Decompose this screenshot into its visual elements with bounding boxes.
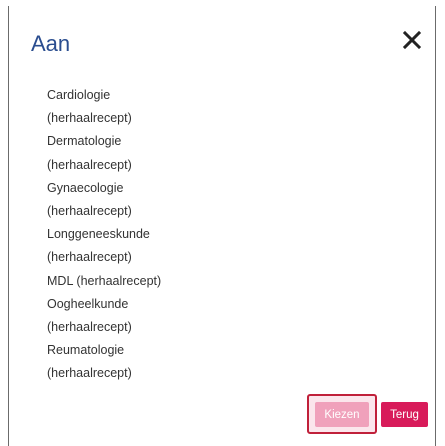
list-item-label: Longgeneeskunde <box>47 227 150 242</box>
list-item-label: Oogheelkunde <box>47 296 129 311</box>
list-item-gynaecologie[interactable]: Gynaecologie (herhaalrecept) <box>47 177 287 223</box>
choose-button-focus-ring: Kiezen <box>307 394 377 434</box>
list-item-label: MDL (herhaalrecept) <box>47 273 162 288</box>
list-item-sublabel: (herhaalrecept) <box>47 111 132 126</box>
recipient-dialog: Aan Cardiologie (herhaalrecept) Dermatol… <box>8 6 436 446</box>
list-item-oogheelkunde[interactable]: Oogheelkunde (herhaalrecept) <box>47 293 287 339</box>
list-item-sublabel: (herhaalrecept) <box>47 204 132 219</box>
back-button[interactable]: Terug <box>381 402 428 427</box>
list-item-label: Reumatologie <box>47 343 125 358</box>
list-item-label: Cardiologie <box>47 88 111 102</box>
department-list: Cardiologie (herhaalrecept) Dermatologie… <box>47 84 287 386</box>
list-item-sublabel: (herhaalrecept) <box>47 320 132 335</box>
list-item-label: Gynaecologie <box>47 180 124 195</box>
list-item-sublabel: (herhaalrecept) <box>47 366 132 381</box>
list-item-cardiologie[interactable]: Cardiologie (herhaalrecept) <box>47 84 287 130</box>
close-button[interactable] <box>399 27 425 53</box>
dialog-title: Aan <box>31 31 71 56</box>
list-item-mdl[interactable]: MDL (herhaalrecept) <box>47 270 287 293</box>
list-item-label: Dermatologie <box>47 134 122 149</box>
list-item-dermatologie[interactable]: Dermatologie (herhaalrecept) <box>47 130 287 176</box>
close-icon <box>402 30 422 50</box>
dialog-footer: Kiezen Terug <box>9 394 435 434</box>
list-item-longgeneeskunde[interactable]: Longgeneeskunde (herhaalrecept) <box>47 223 287 269</box>
list-item-sublabel: (herhaalrecept) <box>47 157 132 172</box>
list-item-sublabel: (herhaalrecept) <box>47 250 132 265</box>
choose-button[interactable]: Kiezen <box>315 402 369 427</box>
list-item-reumatologie[interactable]: Reumatologie (herhaalrecept) <box>47 339 287 385</box>
